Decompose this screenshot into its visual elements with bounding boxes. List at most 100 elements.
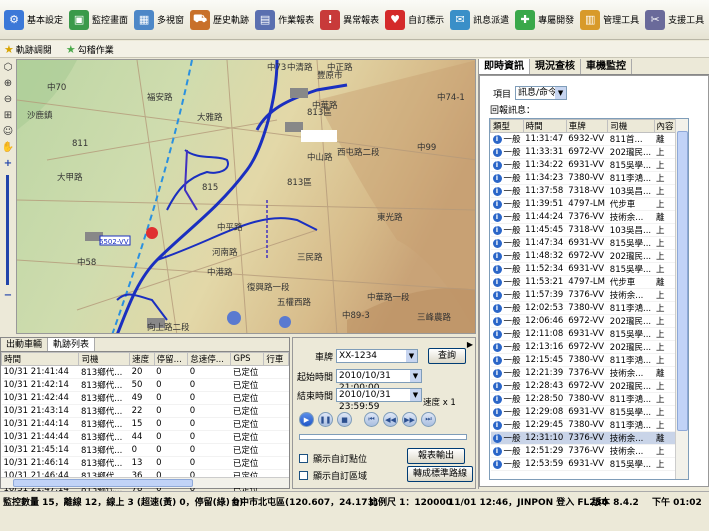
list-item[interactable]: i 一般 11:48:32 6972-VV 202瓏民... 上 <box>490 249 677 263</box>
person-icon[interactable]: ☺ <box>1 125 15 139</box>
list-item[interactable]: i 一般 11:44:24 7376-VV 技術余... 離 <box>490 210 677 224</box>
stop-icon[interactable]: ■ <box>337 412 352 427</box>
tab-track-list[interactable]: 軌跡列表 <box>48 338 96 351</box>
table-row[interactable]: 10/31 21:42:44 813鄉代... 49 0 0 已定位 <box>1 391 289 405</box>
column-header[interactable]: 司機 <box>78 352 131 366</box>
vertical-scrollbar[interactable] <box>675 119 688 479</box>
fast-forward-icon[interactable]: ▶▶ <box>402 412 417 427</box>
list-item[interactable]: i 一般 12:31:10 7376-VV 技術余... 離 <box>490 431 677 445</box>
column-header[interactable]: 時間 <box>522 119 567 133</box>
skip-back-icon[interactable]: ⏮ <box>364 412 379 427</box>
playback-progress-slider[interactable] <box>299 434 467 440</box>
column-header[interactable]: 速度 <box>129 352 155 366</box>
ruler-icon[interactable]: ⊞ <box>1 109 15 123</box>
toolbar-button-9[interactable]: ▥ 管理工具 <box>578 3 643 37</box>
rewind-icon[interactable]: ◀◀ <box>383 412 398 427</box>
toolbar-button-3[interactable]: ⛟ 歷史軌跡 <box>188 3 253 37</box>
item-select[interactable]: 訊息/命令 ▼ <box>515 86 568 100</box>
toolbar-button-4[interactable]: ▤ 作業報表 <box>253 3 318 37</box>
list-item[interactable]: i 一般 11:52:34 6931-VV 815吳學... 上 <box>490 262 677 276</box>
column-header[interactable]: 司機 <box>607 119 655 133</box>
list-item[interactable]: i 一般 11:53:21 4797-LM 代步車離 <box>490 275 677 289</box>
zoom-slider[interactable] <box>6 175 9 285</box>
column-header[interactable]: 車牌 <box>565 119 609 133</box>
toolbar-button-8[interactable]: ✚ 專屬開發 <box>513 3 578 37</box>
convert-route-button[interactable]: 轉成標準路線 <box>407 466 473 482</box>
column-header[interactable]: GPS <box>230 352 265 366</box>
column-header[interactable]: 行車 <box>263 352 289 366</box>
list-item[interactable]: i 一般 11:34:22 6931-VV 815吳學... 上 <box>490 158 677 172</box>
table-row[interactable]: 10/31 21:45:14 813鄉代... 0 0 0 已定位 <box>1 443 289 457</box>
pointer-icon[interactable]: ⬡ <box>1 61 15 75</box>
list-item[interactable]: i 一般 12:51:29 7376-VV 技術余... 上 <box>490 444 677 458</box>
list-item[interactable]: i 一般 12:28:43 6972-VV 202瓏民... 上 <box>490 379 677 393</box>
table-cell: 12:11:08 <box>523 327 567 341</box>
table-cell: 813鄉代... <box>78 391 130 405</box>
list-item[interactable]: i 一般 12:21:39 7376-VV 技術余... 離 <box>490 366 677 380</box>
list-item[interactable]: i 一般 11:57:39 7376-VV 技術余... 上 <box>490 288 677 302</box>
table-row[interactable]: 10/31 21:44:14 813鄉代... 15 0 0 已定位 <box>1 417 289 431</box>
zoom-in-tool-icon[interactable]: ⊕ <box>1 77 15 91</box>
plate-select[interactable]: XX-1234 ▼ <box>336 349 418 363</box>
list-item[interactable]: i 一般 12:29:08 6931-VV 815吳學... 上 <box>490 405 677 419</box>
zoom-out-tool-icon[interactable]: ⊖ <box>1 93 15 107</box>
toolbar-button-10[interactable]: ✂ 支援工具 <box>643 3 708 37</box>
tab-realtime-info[interactable]: 即時資訊 <box>479 59 530 74</box>
table-cell: 202瓏民... <box>607 340 655 354</box>
list-item[interactable]: i 一般 11:33:31 6972-VV 202瓏民... 上 <box>490 145 677 159</box>
column-header[interactable]: 時間 <box>0 352 80 366</box>
toolbar-button-6[interactable]: ♥ 自訂標示 <box>383 3 448 37</box>
list-item[interactable]: i 一般 12:02:53 7380-VV 811李鴻... 上 <box>490 301 677 315</box>
table-cell: 11:48:32 <box>523 249 567 263</box>
list-item[interactable]: i 一般 11:47:34 6931-VV 815吳學... 上 <box>490 236 677 250</box>
toolbar-button-7[interactable]: ✉ 訊息派遣 <box>448 3 513 37</box>
list-item[interactable]: i 一般 11:45:45 7318-VV 103吳昌... 上 <box>490 223 677 237</box>
list-item[interactable]: i 一般 12:15:45 7380-VV 811李鴻... 上 <box>490 353 677 367</box>
tab-vehicle-monitor[interactable]: 車機監控 <box>581 59 632 74</box>
map-svg[interactable]: 沙鹿鎮豐原市中正路中華路中山路大雅路福安路西屯路二段中清路大甲路河南路中港路向上… <box>17 60 476 334</box>
audit-button[interactable]: ★ 勾稽作業 <box>66 43 114 56</box>
horizontal-scrollbar[interactable] <box>1 477 289 488</box>
query-button[interactable]: 查詢 <box>428 348 466 364</box>
toolbar-button-1[interactable]: ▣ 監控畫面 <box>67 3 132 37</box>
list-item[interactable]: i 一般 12:13:16 6972-VV 202瓏民... 上 <box>490 340 677 354</box>
zoom-plus-icon[interactable]: + <box>1 157 15 171</box>
track-query-button[interactable]: ★ 軌跡調閱 <box>4 43 52 56</box>
list-item[interactable]: i 一般 12:11:08 6931-VV 815吳學... 上 <box>490 327 677 341</box>
report-export-button[interactable]: 報表輸出 <box>407 448 465 464</box>
table-row[interactable]: 10/31 21:44:44 813鄉代... 44 0 0 已定位 <box>1 430 289 444</box>
column-header[interactable]: 怠速停... <box>187 352 232 366</box>
list-item[interactable]: i 一般 11:39:51 4797-LM 代步車上 <box>490 197 677 211</box>
list-item[interactable]: i 一般 11:31:47 6932-VV 811首... 離 <box>490 132 677 146</box>
start-time-field[interactable]: 2010/10/31 21:00:00▼ <box>336 369 422 393</box>
column-header[interactable]: 類型 <box>490 119 524 133</box>
list-item[interactable]: i 一般 12:53:59 6931-VV 815吳學... 上 <box>490 457 677 471</box>
list-item[interactable]: i 一般 11:34:23 7380-VV 811李鴻... 上 <box>490 171 677 185</box>
table-row[interactable]: 10/31 21:41:44 813鄉代... 20 0 0 已定位 <box>1 365 289 379</box>
list-item[interactable]: i 一般 12:28:50 7380-VV 811李鴻... 上 <box>490 392 677 406</box>
list-item[interactable]: i 一般 11:37:58 7318-VV 103吳昌... 上 <box>490 184 677 198</box>
map-view[interactable]: 沙鹿鎮 豐原市 中正路 中華路 中山路 大雅路 福安路 西屯路二段 中清路 大甲路 河南路 中港路 向上… <box>16 59 476 334</box>
play-icon[interactable]: ▶ <box>299 412 314 427</box>
column-header[interactable]: 內容 <box>653 119 678 133</box>
collapse-arrow-icon[interactable]: ▶ <box>467 340 473 349</box>
column-header[interactable]: 停留... <box>153 352 189 366</box>
toolbar-button-5[interactable]: ! 異常報表 <box>318 3 383 37</box>
toolbar-button-2[interactable]: ▦ 多視窗 <box>132 3 188 37</box>
hand-icon[interactable]: ✋ <box>1 141 15 155</box>
table-row[interactable]: 10/31 21:42:14 813鄉代... 50 0 0 已定位 <box>1 378 289 392</box>
list-item[interactable]: i 一般 12:06:46 6972-VV 202瓏民... 上 <box>490 314 677 328</box>
end-time-field[interactable]: 2010/10/31 23:59:59 ▼ <box>336 388 422 412</box>
skip-forward-icon[interactable]: ⏭ <box>421 412 436 427</box>
zoom-minus-icon[interactable]: − <box>1 289 15 303</box>
list-item[interactable]: i 一般 12:29:45 7380-VV 811李鴻... 上 <box>490 418 677 432</box>
tab-dispatched-vehicles[interactable]: 出動車輛 <box>1 338 49 351</box>
pause-icon[interactable]: ❚❚ <box>318 412 333 427</box>
show-custom-area-checkbox[interactable] <box>299 471 308 480</box>
tab-status-check[interactable]: 現況查核 <box>530 59 581 74</box>
show-custom-points-checkbox[interactable] <box>299 454 308 463</box>
table-row[interactable]: 10/31 21:46:14 813鄉代... 13 0 0 已定位 <box>1 456 289 470</box>
toolbar-button-0[interactable]: ⚙ 基本設定 <box>2 3 67 37</box>
table-row[interactable]: 10/31 21:43:14 813鄉代... 22 0 0 已定位 <box>1 404 289 418</box>
table-cell: 815吳學... <box>607 236 655 250</box>
